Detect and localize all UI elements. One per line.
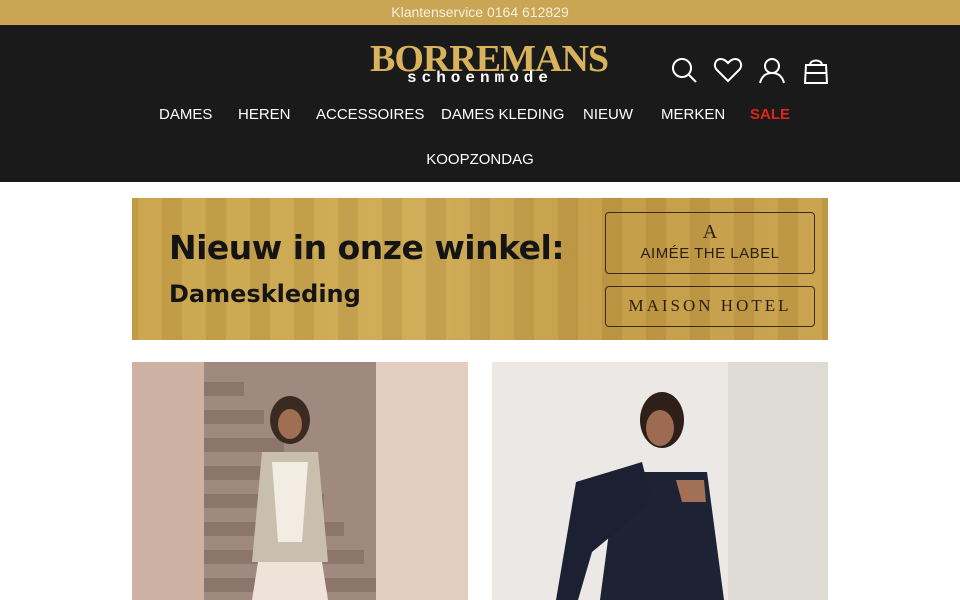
nav-item-koopzondag[interactable]: KOOPZONDAG	[426, 151, 534, 168]
brand-button-maison-hotel[interactable]: MAISON HOTEL	[605, 286, 815, 327]
brand-button-aimee-the-label[interactable]: A AIMÉE THE LABEL	[605, 212, 815, 274]
product-photo-left[interactable]	[132, 362, 468, 600]
product-photo-right[interactable]	[492, 362, 828, 600]
heart-icon[interactable]	[712, 55, 744, 85]
customer-service-bar: Klantenservice 0164 612829	[0, 0, 960, 25]
brand-label: AIMÉE THE LABEL	[640, 245, 780, 262]
shopping-bag-icon[interactable]	[800, 55, 832, 85]
nav-item-accessoires[interactable]: ACCESSOIRES	[316, 105, 424, 125]
banner-subtitle: Dameskleding	[169, 280, 361, 308]
nav-item-dames[interactable]: DAMES	[159, 105, 212, 125]
nav-item-heren[interactable]: HEREN	[238, 105, 291, 125]
site-logo[interactable]: BORREMANS schoenmode	[370, 39, 609, 89]
site-header: BORREMANS schoenmode DAMES HEREN ACCESSO…	[0, 25, 960, 182]
nav-row-2: KOOPZONDAG	[0, 150, 960, 170]
model-photo-image	[132, 362, 468, 600]
nav-item-nieuw[interactable]: NIEUW	[583, 105, 633, 125]
brand-label: MAISON HOTEL	[628, 296, 792, 315]
logo-subtitle: schoenmode	[406, 69, 553, 87]
banner-title: Nieuw in onze winkel:	[169, 228, 565, 267]
customer-service-text[interactable]: Klantenservice 0164 612829	[391, 4, 568, 20]
main-navigation: DAMES HEREN ACCESSOIRES DAMES KLEDING NI…	[0, 105, 960, 125]
model-photo-image	[492, 362, 828, 600]
nav-item-sale[interactable]: SALE	[750, 105, 790, 125]
promo-banner[interactable]: Nieuw in onze winkel: Dameskleding A AIM…	[132, 198, 828, 340]
search-icon[interactable]	[668, 55, 700, 85]
nav-item-dames-kleding[interactable]: DAMES KLEDING	[441, 105, 564, 125]
nav-item-merken[interactable]: MERKEN	[661, 105, 725, 125]
aimee-monogram-icon: A	[702, 221, 718, 243]
user-icon[interactable]	[756, 55, 788, 85]
